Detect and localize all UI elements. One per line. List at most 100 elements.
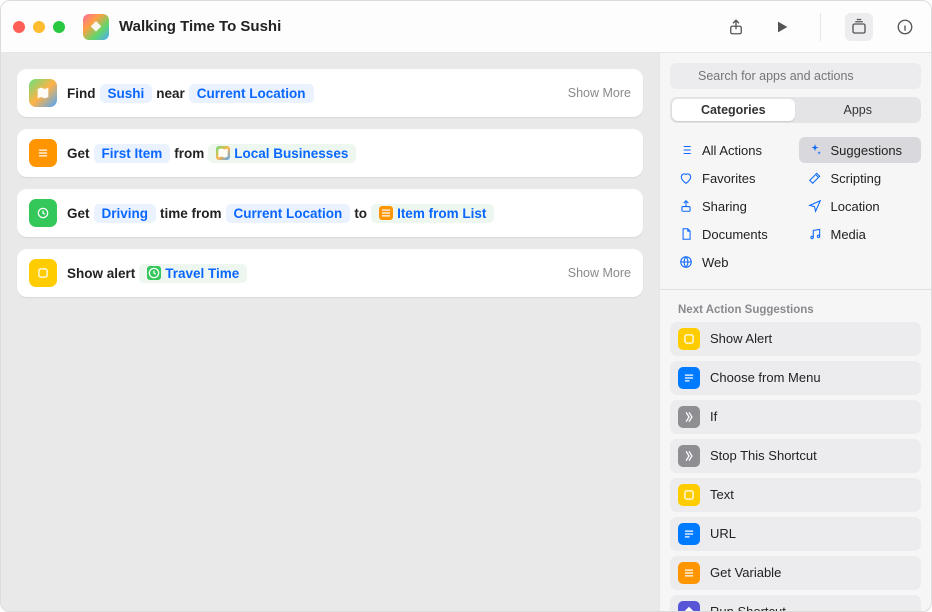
parameter-token[interactable]: Driving	[94, 204, 157, 223]
action-content: Find Sushinear Current Location	[67, 84, 314, 103]
green-mini-icon	[147, 266, 161, 280]
category-label: Location	[831, 199, 880, 214]
action-card[interactable]: GetFirst ItemfromLocal Businesses	[17, 129, 643, 177]
titlebar: Walking Time To Sushi	[1, 1, 931, 53]
grey-suggestion-icon	[678, 406, 700, 428]
magic-variable-token[interactable]: Travel Time	[139, 264, 247, 283]
suggestion-item[interactable]: If	[670, 400, 921, 434]
tab-apps[interactable]: Apps	[797, 99, 920, 121]
window-body: Find Sushinear Current Location Show More Ge…	[1, 53, 931, 611]
category-label: Favorites	[702, 171, 755, 186]
globe-icon	[678, 254, 694, 270]
toolbar-divider	[820, 13, 821, 41]
category-label: Web	[702, 255, 729, 270]
wand-icon	[807, 170, 823, 186]
green-action-icon	[29, 199, 57, 227]
share-icon	[678, 198, 694, 214]
parameter-token[interactable]: First Item	[94, 144, 171, 163]
suggestion-label: If	[710, 409, 717, 424]
zoom-window-button[interactable]	[53, 21, 65, 33]
shortcuts-window: Walking Time To Sushi Find Sushinear Curre…	[0, 0, 932, 612]
parameter-token[interactable]: Current Location	[226, 204, 351, 223]
orange-mini-icon	[379, 206, 393, 220]
action-card[interactable]: Find Sushinear Current Location Show More	[17, 69, 643, 117]
suggestion-item[interactable]: URL	[670, 517, 921, 551]
magic-variable-label: Travel Time	[165, 266, 239, 281]
suggestion-item[interactable]: Show Alert	[670, 322, 921, 356]
section-separator	[660, 289, 931, 290]
info-button[interactable]	[891, 13, 919, 41]
minimize-window-button[interactable]	[33, 21, 45, 33]
action-card[interactable]: GetDrivingtime fromCurrent LocationtoIte…	[17, 189, 643, 237]
suggestion-label: Choose from Menu	[710, 370, 821, 385]
parameter-token[interactable]: Current Location	[189, 84, 314, 103]
blue-suggestion-icon	[678, 523, 700, 545]
close-window-button[interactable]	[13, 21, 25, 33]
category-label: Sharing	[702, 199, 747, 214]
suggestion-item[interactable]: Text	[670, 478, 921, 512]
sparkle-icon	[807, 142, 823, 158]
library-toggle-button[interactable]	[845, 13, 873, 41]
search-input[interactable]	[670, 63, 921, 89]
search-container	[660, 53, 931, 97]
run-button[interactable]	[768, 13, 796, 41]
category-item-favorites[interactable]: Favorites	[670, 165, 793, 191]
category-item-web[interactable]: Web	[670, 249, 793, 275]
category-item-sharing[interactable]: Sharing	[670, 193, 793, 219]
orange-action-icon	[29, 139, 57, 167]
action-text: near	[156, 86, 185, 101]
blue-suggestion-icon	[678, 367, 700, 389]
maps-action-icon	[29, 79, 57, 107]
location-icon	[807, 198, 823, 214]
magic-variable-label: Item from List	[397, 206, 486, 221]
library-tabs: Categories Apps	[670, 97, 921, 123]
suggestion-list: Show Alert Choose from Menu If Stop This Sh…	[660, 322, 931, 611]
suggestion-item[interactable]: Choose from Menu	[670, 361, 921, 395]
shortcut-title: Walking Time To Sushi	[119, 18, 281, 35]
suggestion-item[interactable]: Run Shortcut	[670, 595, 921, 611]
show-more-button[interactable]: Show More	[568, 266, 631, 280]
suggestion-label: Show Alert	[710, 331, 772, 346]
parameter-token[interactable]: Sushi	[100, 84, 153, 103]
category-grid: All ActionsSuggestions Favorites Scripting…	[660, 133, 931, 285]
share-button[interactable]	[722, 13, 750, 41]
action-text: Get	[67, 206, 90, 221]
suggestion-label: Stop This Shortcut	[710, 448, 817, 463]
titlebar-toolbar	[722, 13, 919, 41]
yellow-action-icon	[29, 259, 57, 287]
library-sidebar: Categories Apps All ActionsSuggestions Fa…	[659, 53, 931, 611]
traffic-lights	[13, 21, 65, 33]
list-icon	[678, 142, 694, 158]
music-icon	[807, 226, 823, 242]
magic-variable-token[interactable]: Local Businesses	[208, 144, 356, 163]
tab-categories[interactable]: Categories	[672, 99, 795, 121]
category-label: Media	[831, 227, 866, 242]
action-text: time from	[160, 206, 222, 221]
action-content: GetDrivingtime fromCurrent LocationtoIte…	[67, 204, 494, 223]
suggestion-label: Text	[710, 487, 734, 502]
show-more-button[interactable]: Show More	[568, 86, 631, 100]
category-item-media[interactable]: Media	[799, 221, 922, 247]
maps-mini-icon	[216, 146, 230, 160]
workflow-editor[interactable]: Find Sushinear Current Location Show More Ge…	[1, 53, 659, 611]
category-item-scripting[interactable]: Scripting	[799, 165, 922, 191]
suggestion-label: URL	[710, 526, 736, 541]
category-item-documents[interactable]: Documents	[670, 221, 793, 247]
grey-suggestion-icon	[678, 445, 700, 467]
suggestion-item[interactable]: Get Variable	[670, 556, 921, 590]
suggestions-section-title: Next Action Suggestions	[660, 294, 931, 322]
action-content: Show alertTravel Time	[67, 264, 247, 283]
action-text: Find	[67, 86, 96, 101]
magic-variable-label: Local Businesses	[234, 146, 348, 161]
category-item-all-actions[interactable]: All Actions	[670, 137, 793, 163]
suggestion-label: Get Variable	[710, 565, 781, 580]
action-card[interactable]: Show alertTravel Time Show More	[17, 249, 643, 297]
suggestion-item[interactable]: Stop This Shortcut	[670, 439, 921, 473]
category-item-suggestions[interactable]: Suggestions	[799, 137, 922, 163]
category-item-location[interactable]: Location	[799, 193, 922, 219]
purple-suggestion-icon	[678, 601, 700, 611]
yellow-suggestion-icon	[678, 484, 700, 506]
doc-icon	[678, 226, 694, 242]
yellow-suggestion-icon	[678, 328, 700, 350]
magic-variable-token[interactable]: Item from List	[371, 204, 494, 223]
